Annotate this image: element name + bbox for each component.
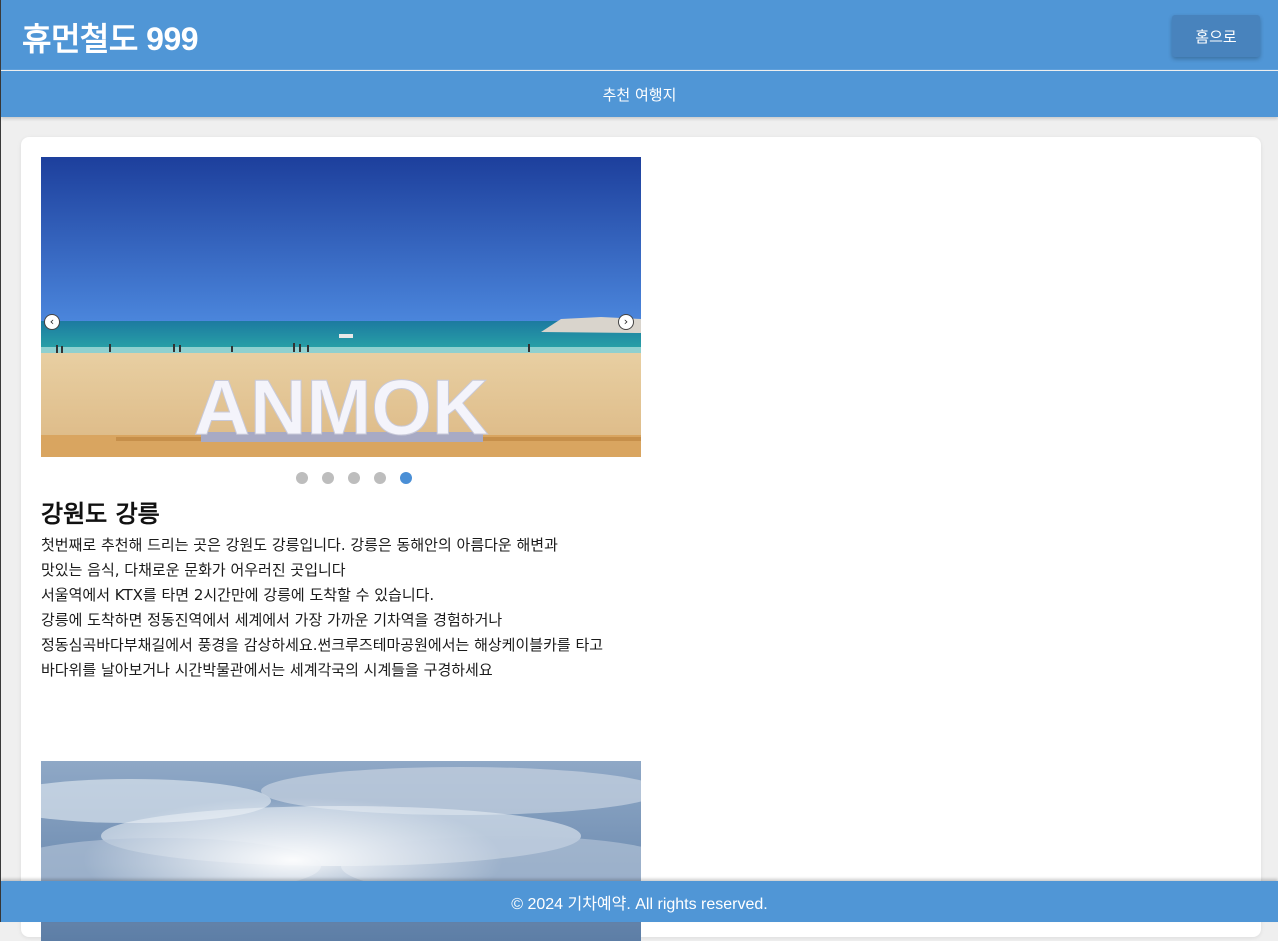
slider-dot-4[interactable] xyxy=(374,472,386,484)
slider-dot-5[interactable] xyxy=(400,472,412,484)
copyright-text: © 2024 기차예약. All rights reserved. xyxy=(511,895,768,913)
window-edge xyxy=(0,0,1,922)
description-line: 바다위를 날아보거나 시간박물관에서는 세계각국의 시계들을 구경하세요 xyxy=(41,661,493,679)
description-line: 첫번째로 추천해 드리는 곳은 강원도 강릉입니다. 강릉은 동해안의 아름다운… xyxy=(41,536,558,554)
chevron-left-icon: ‹ xyxy=(49,315,55,328)
anmok-sign-text: ANMOK xyxy=(194,363,489,451)
destination-title: 강원도 강릉 xyxy=(41,500,160,528)
slider-dot-1[interactable] xyxy=(296,472,308,484)
slider-dot-2[interactable] xyxy=(322,472,334,484)
description-line: 서울역에서 KTX를 타면 2시간만에 강릉에 도착할 수 있습니다. xyxy=(41,586,435,604)
nav-link-recommended[interactable]: 추천 여행지 xyxy=(603,84,677,105)
description-line: 강릉에 도착하면 정동진역에서 세계에서 가장 가까운 기차역을 경험하거나 xyxy=(41,611,503,629)
destination-description: 첫번째로 추천해 드리는 곳은 강원도 강릉입니다. 강릉은 동해안의 아름다운… xyxy=(41,533,741,683)
sub-navigation: 추천 여행지 xyxy=(1,71,1278,117)
chevron-right-icon: › xyxy=(623,315,629,328)
site-brand[interactable]: 휴먼철도 999 xyxy=(22,14,199,60)
slider-dot-3[interactable] xyxy=(348,472,360,484)
description-line: 정동심곡바다부채길에서 풍경을 감상하세요.썬크루즈테마공원에서는 해상케이블카… xyxy=(41,636,604,654)
home-button[interactable]: 홈으로 xyxy=(1172,15,1260,57)
image-slider: ANMOK ‹ › xyxy=(41,157,641,457)
content-card: ANMOK ‹ › 강원도 강릉 첫번째로 추천해 드리는 곳은 강원도 강릉입… xyxy=(21,137,1261,941)
slider-dots xyxy=(296,472,412,484)
description-line: 맛있는 음식, 다채로운 문화가 어우러진 곳입니다 xyxy=(41,561,346,579)
slider-next-arrow[interactable]: › xyxy=(618,314,634,330)
page-footer: © 2024 기차예약. All rights reserved. xyxy=(1,881,1278,922)
beach-photo: ANMOK xyxy=(41,157,641,457)
top-header: 휴먼철도 999 홈으로 xyxy=(1,0,1278,70)
slider-prev-arrow[interactable]: ‹ xyxy=(44,314,60,330)
